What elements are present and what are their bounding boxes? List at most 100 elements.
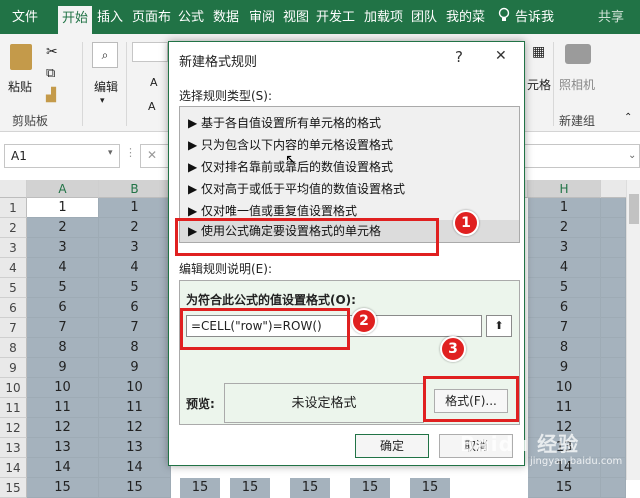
grid-cell[interactable] <box>601 198 626 218</box>
grid-cell[interactable]: 3 <box>99 238 171 258</box>
format-painter-icon[interactable]: ▟ <box>46 88 56 103</box>
grid-cell[interactable]: 15 <box>528 478 601 498</box>
chevron-down-icon[interactable]: ▾ <box>100 96 105 106</box>
grid-cell[interactable]: 9 <box>528 358 601 378</box>
grid-cell[interactable]: 11 <box>99 398 171 418</box>
grid-cell[interactable]: 15 <box>290 478 330 498</box>
grid-cell[interactable]: 10 <box>528 378 601 398</box>
row-header[interactable]: 4 <box>0 258 27 278</box>
camera-icon[interactable] <box>565 44 591 64</box>
camera-label[interactable]: 照相机 <box>559 76 595 93</box>
tab-page-layout[interactable]: 页面布 <box>132 0 171 34</box>
tab-insert[interactable]: 插入 <box>97 0 123 34</box>
grid-cell[interactable]: 12 <box>99 418 171 438</box>
grid-cell[interactable]: 8 <box>99 338 171 358</box>
grid-cell[interactable]: 15 <box>99 478 171 498</box>
grid-cell[interactable]: 13 <box>27 438 99 458</box>
tab-file[interactable]: 文件 <box>12 0 38 34</box>
row-header[interactable]: 5 <box>0 278 27 298</box>
grid-cell[interactable]: 5 <box>528 278 601 298</box>
font-box[interactable] <box>132 42 168 62</box>
row-header[interactable]: 8 <box>0 338 27 358</box>
scrollbar-thumb[interactable] <box>629 194 639 224</box>
grid-cell[interactable]: 10 <box>99 378 171 398</box>
vertical-scrollbar[interactable] <box>626 180 640 480</box>
rule-type-item[interactable]: ▶ 仅对高于或低于平均值的数值设置格式 <box>188 180 405 197</box>
grid-cell[interactable] <box>601 338 626 358</box>
tab-team[interactable]: 团队 <box>411 0 437 34</box>
tab-formulas[interactable]: 公式 <box>178 0 204 34</box>
grid-cell[interactable] <box>601 238 626 258</box>
grid-cell[interactable] <box>601 258 626 278</box>
grid-cell[interactable]: 12 <box>27 418 99 438</box>
row-header[interactable]: 2 <box>0 218 27 238</box>
row-header[interactable]: 6 <box>0 298 27 318</box>
rule-type-item[interactable]: ▶ 仅对唯一值或重复值设置格式 <box>188 202 357 219</box>
grid-cell[interactable] <box>601 318 626 338</box>
grid-cell[interactable]: 3 <box>27 238 99 258</box>
paste-label[interactable]: 粘贴 <box>8 78 32 95</box>
row-header[interactable]: 15 <box>0 478 27 498</box>
column-header-h[interactable]: H <box>528 180 601 198</box>
grid-cell[interactable]: 1 <box>27 198 99 218</box>
copy-icon[interactable]: ⧉ <box>46 66 55 81</box>
ok-button[interactable]: 确定 <box>355 434 429 458</box>
grid-cell[interactable] <box>601 438 626 458</box>
tab-review[interactable]: 审阅 <box>249 0 275 34</box>
tab-tell-me[interactable]: 告诉我 <box>515 0 554 34</box>
grid-cell[interactable]: 1 <box>99 198 171 218</box>
grid-cell[interactable] <box>601 418 626 438</box>
grid-cell[interactable]: 2 <box>528 218 601 238</box>
tab-view[interactable]: 视图 <box>283 0 309 34</box>
grid-cell[interactable]: 7 <box>528 318 601 338</box>
row-header[interactable]: 13 <box>0 438 27 458</box>
cut-icon[interactable]: ✂ <box>46 44 58 60</box>
grid-cell[interactable]: 2 <box>99 218 171 238</box>
name-box[interactable]: A1 <box>4 144 120 168</box>
grid-cell[interactable] <box>601 298 626 318</box>
row-header[interactable]: 14 <box>0 458 27 478</box>
grid-cell[interactable]: 14 <box>27 458 99 478</box>
tab-my-menu[interactable]: 我的菜 <box>446 0 485 34</box>
select-all-corner[interactable] <box>0 180 27 198</box>
chevron-down-icon[interactable]: ▾ <box>108 148 113 158</box>
grid-cell[interactable]: 4 <box>27 258 99 278</box>
share-button[interactable]: 共享 <box>598 0 624 34</box>
grid-cell[interactable]: 5 <box>27 278 99 298</box>
grid-cell[interactable]: 11 <box>528 398 601 418</box>
rule-type-item[interactable]: ▶ 基于各自值设置所有单元格的格式 <box>188 114 381 131</box>
paste-icon[interactable] <box>10 44 32 70</box>
font-size-icon[interactable]: A <box>150 76 158 89</box>
row-header[interactable]: 3 <box>0 238 27 258</box>
grid-cell[interactable]: 6 <box>99 298 171 318</box>
grid-cell[interactable]: 15 <box>410 478 450 498</box>
grid-cell[interactable]: 9 <box>99 358 171 378</box>
grid-cell[interactable]: 6 <box>27 298 99 318</box>
row-header[interactable]: 7 <box>0 318 27 338</box>
grid-cell[interactable] <box>601 378 626 398</box>
grid-cell[interactable]: 13 <box>99 438 171 458</box>
grid-cell[interactable]: 15 <box>230 478 270 498</box>
collapse-dialog-button[interactable]: ⬆ <box>486 315 512 337</box>
grid-cell[interactable]: 14 <box>99 458 171 478</box>
grid-cell[interactable]: 3 <box>528 238 601 258</box>
grid-cell[interactable]: 2 <box>27 218 99 238</box>
row-header[interactable]: 12 <box>0 418 27 438</box>
tab-addins[interactable]: 加载项 <box>364 0 403 34</box>
grid-cell[interactable] <box>601 278 626 298</box>
grid-cell[interactable] <box>601 478 626 498</box>
grid-cell[interactable]: 15 <box>180 478 220 498</box>
grid-cell[interactable]: 5 <box>99 278 171 298</box>
collapse-ribbon-icon[interactable]: ⌃ <box>624 112 632 123</box>
row-header[interactable]: 10 <box>0 378 27 398</box>
grid-cell[interactable]: 10 <box>27 378 99 398</box>
grid-cell[interactable]: 11 <box>27 398 99 418</box>
cancel-icon[interactable]: ✕ <box>147 148 157 162</box>
close-button[interactable]: ✕ <box>495 48 507 64</box>
font-color-icon[interactable]: A <box>148 100 156 113</box>
grid-cell[interactable]: 15 <box>350 478 390 498</box>
edit-label[interactable]: 编辑 <box>94 78 118 95</box>
grid-cell[interactable] <box>601 218 626 238</box>
tab-data[interactable]: 数据 <box>213 0 239 34</box>
column-header-a[interactable]: A <box>27 180 99 198</box>
